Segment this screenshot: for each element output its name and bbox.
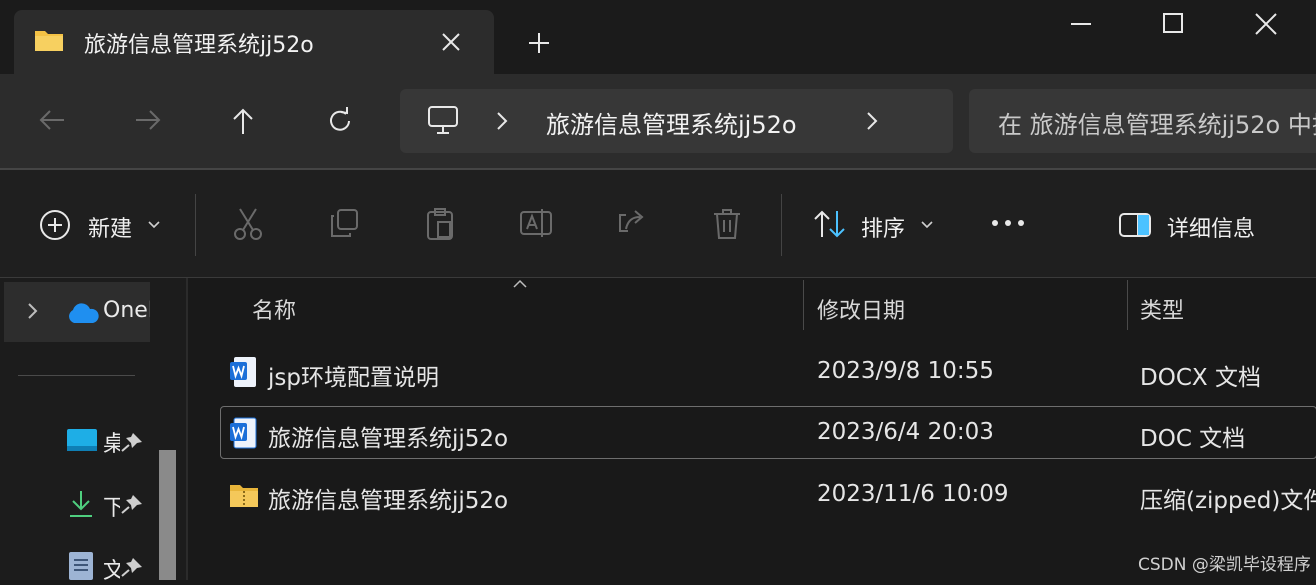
copy-icon[interactable] (328, 207, 360, 239)
sidebar-scrollbar-thumb[interactable] (159, 450, 176, 580)
cut-icon[interactable] (232, 207, 264, 241)
more-options-icon[interactable] (990, 218, 1026, 228)
word-doc-icon (229, 417, 257, 449)
breadcrumb-chevron-icon[interactable] (495, 111, 509, 131)
desktop-icon[interactable] (66, 428, 98, 452)
paste-icon[interactable] (424, 207, 456, 241)
sidebar-item-label[interactable]: OneDrive (103, 298, 150, 323)
toolbar-divider (195, 194, 196, 256)
zip-folder-icon (229, 482, 259, 508)
search-placeholder[interactable]: 在 旅游信息管理系统jj52o 中搜索 (998, 105, 1316, 140)
word-docx-icon (229, 356, 257, 388)
download-icon[interactable] (68, 489, 94, 519)
file-modified: 2023/11/6 10:09 (817, 481, 1009, 507)
share-icon[interactable] (616, 207, 648, 239)
pin-icon (120, 493, 144, 515)
close-tab-icon[interactable] (441, 32, 461, 52)
file-type: DOCX 文档 (1140, 365, 1261, 391)
chevron-down-icon[interactable] (147, 220, 161, 230)
column-header-modified[interactable]: 修改日期 (817, 293, 905, 325)
details-button-label[interactable]: 详细信息 (1167, 211, 1255, 243)
close-window-icon[interactable] (1255, 13, 1277, 35)
file-modified: 2023/6/4 20:03 (817, 419, 994, 445)
column-divider[interactable] (1127, 280, 1128, 330)
sort-icon[interactable] (812, 209, 848, 239)
details-pane-icon[interactable] (1118, 211, 1152, 239)
sort-button-label[interactable]: 排序 (861, 211, 905, 243)
watermark: CSDN @梁凯毕设程序 (1138, 555, 1311, 575)
chevron-down-icon[interactable] (920, 220, 934, 230)
toolbar-divider (781, 194, 782, 256)
new-button-label[interactable]: 新建 (88, 211, 132, 243)
sort-ascending-icon (512, 279, 528, 289)
add-circle-icon[interactable] (39, 209, 71, 241)
folder-icon (34, 28, 64, 52)
sidebar-item-documents[interactable]: 文档 (103, 553, 120, 585)
up-arrow-icon[interactable] (230, 107, 256, 135)
document-icon[interactable] (68, 551, 94, 580)
breadcrumb-chevron-icon[interactable] (865, 111, 879, 131)
column-header-name[interactable]: 名称 (252, 293, 296, 325)
file-name[interactable]: 旅游信息管理系统jj52o (268, 419, 508, 453)
forward-arrow-icon[interactable] (134, 108, 162, 132)
column-divider[interactable] (803, 280, 804, 330)
file-type: 压缩(zipped)文件夹 (1140, 488, 1316, 514)
rename-icon[interactable] (519, 207, 553, 239)
new-tab-icon[interactable] (528, 32, 550, 54)
minimize-icon[interactable] (1071, 22, 1091, 26)
onedrive-cloud-icon (66, 302, 100, 324)
file-type: DOC 文档 (1140, 426, 1246, 452)
this-pc-icon[interactable] (427, 105, 459, 135)
file-name[interactable]: jsp环境配置说明 (268, 358, 439, 392)
file-modified: 2023/9/8 10:55 (817, 358, 994, 384)
tab-title: 旅游信息管理系统jj52o (84, 33, 314, 58)
sidebar-item-desktop[interactable]: 桌面 (103, 426, 120, 458)
expand-chevron-icon[interactable] (27, 302, 39, 320)
column-header-type[interactable]: 类型 (1140, 293, 1184, 325)
maximize-icon[interactable] (1163, 13, 1183, 33)
breadcrumb-current-folder[interactable]: 旅游信息管理系统jj52o (546, 105, 797, 140)
file-name[interactable]: 旅游信息管理系统jj52o (268, 481, 508, 515)
divider (18, 375, 135, 376)
back-arrow-icon[interactable] (38, 108, 66, 132)
delete-icon[interactable] (711, 207, 743, 241)
pin-icon (120, 556, 144, 578)
sidebar-item-downloads[interactable]: 下载 (103, 490, 120, 522)
pin-icon (120, 431, 144, 453)
refresh-icon[interactable] (326, 107, 354, 135)
